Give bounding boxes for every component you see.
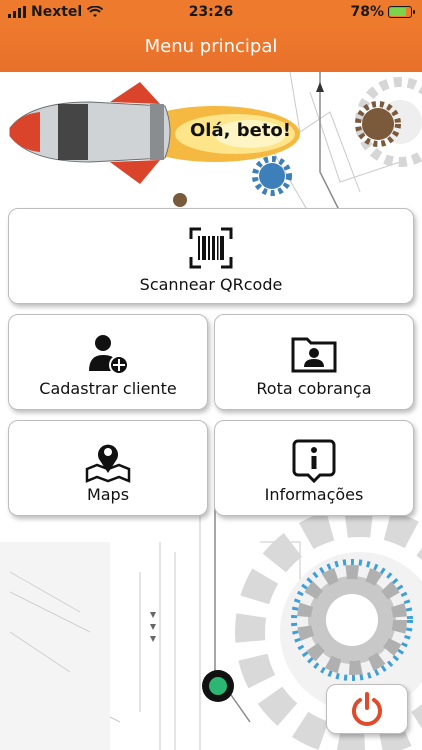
battery-percent: 78% [350, 4, 384, 20]
page-title: Menu principal [144, 36, 278, 57]
rota-cobranca-label: Rota cobrança [256, 379, 372, 398]
map-pin-icon [9, 439, 207, 483]
greeting-text: Olá, beto! [190, 120, 291, 141]
cadastrar-cliente-label: Cadastrar cliente [39, 379, 177, 398]
contact-folder-icon [215, 333, 413, 373]
tech-background-art [0, 72, 422, 750]
informacoes-label: Informações [264, 485, 364, 504]
add-user-icon [9, 333, 207, 375]
logout-button[interactable] [326, 684, 408, 734]
nav-bar: Menu principal [0, 26, 422, 72]
barcode-scan-icon [9, 227, 413, 269]
battery-fill [390, 8, 406, 16]
maps-label: Maps [86, 485, 130, 504]
status-right: 78% [350, 4, 415, 20]
informacoes-button[interactable]: Informações [214, 420, 414, 516]
scan-qrcode-button[interactable]: Scannear QRcode [8, 208, 414, 304]
scan-qrcode-label: Scannear QRcode [139, 275, 283, 294]
power-icon [352, 692, 382, 726]
cadastrar-cliente-button[interactable]: Cadastrar cliente [8, 314, 208, 410]
rota-cobranca-button[interactable]: Rota cobrança [214, 314, 414, 410]
info-bubble-icon [215, 439, 413, 483]
battery-icon [388, 6, 415, 18]
background-illustration [0, 72, 422, 750]
status-bar: Nextel 23:26 78% [0, 0, 422, 26]
maps-button[interactable]: Maps [8, 420, 208, 516]
